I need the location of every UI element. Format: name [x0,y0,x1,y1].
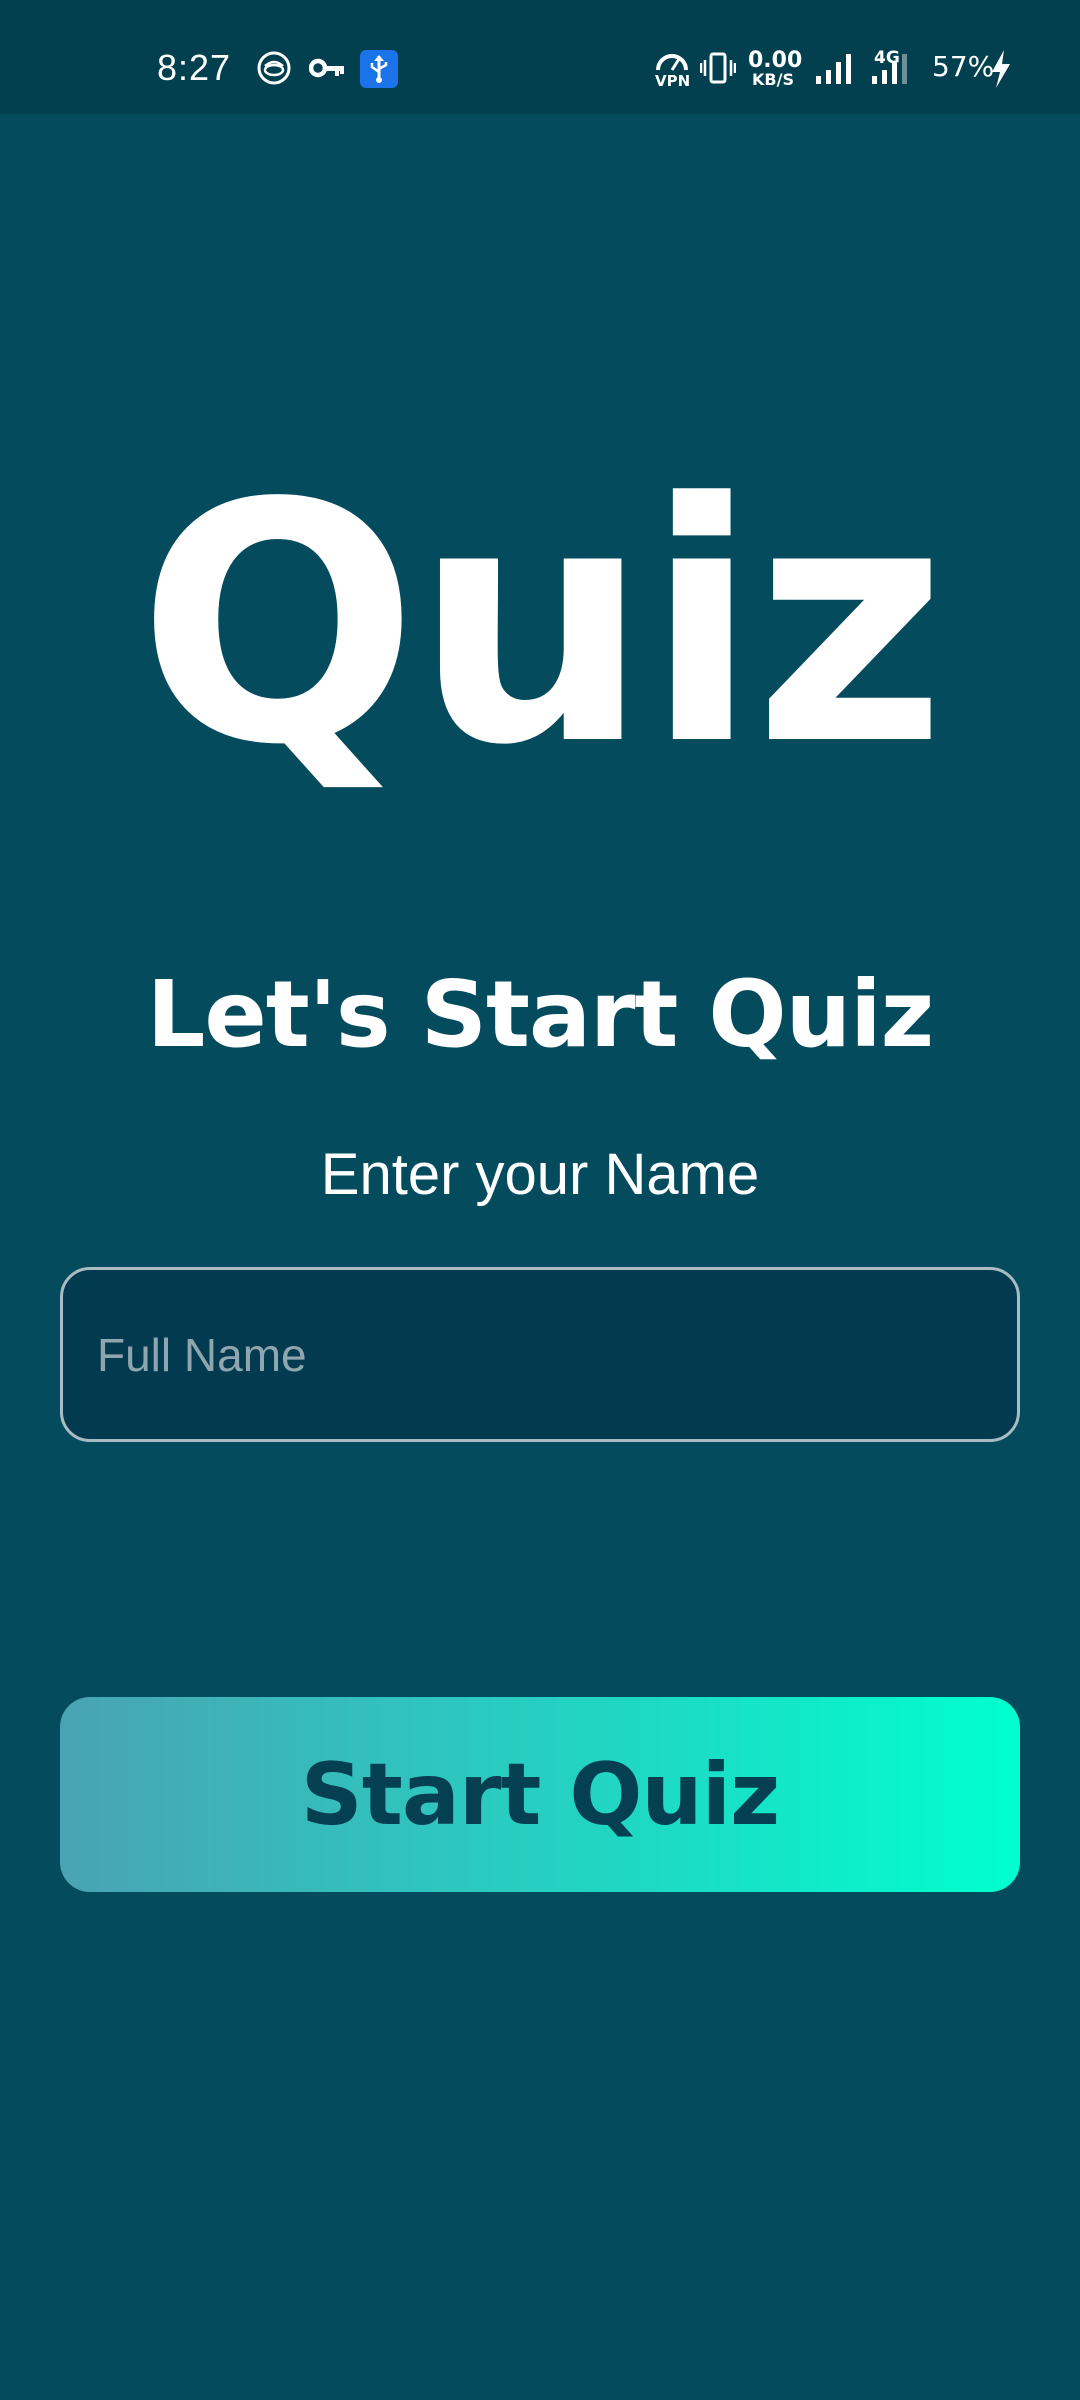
key-icon [309,58,344,78]
status-bar: 8:27 VPN 0.00 KB/S 4G 57% [0,0,1080,114]
name-field-container[interactable] [60,1267,1020,1442]
vibrate-icon [700,52,736,84]
battery-percent: 57% [932,50,995,83]
net-speed-unit: KB/S [752,70,794,89]
quiz-logo: Quiz [137,433,947,817]
charging-icon [992,50,1010,88]
name-prompt: Enter your Name [320,1142,760,1207]
start-quiz-button-label: Start Quiz [300,1744,780,1845]
vpn-label: VPN [655,72,691,90]
signal-icon [816,54,851,84]
quiz-start-screen: 8:27 VPN 0.00 KB/S 4G 57% Quiz Let's Sta… [0,0,1080,2400]
full-name-input[interactable] [97,1327,983,1382]
signal-4g-icon [872,54,907,84]
vpn-gauge-icon [656,54,688,71]
start-quiz-button[interactable]: Start Quiz [60,1697,1020,1892]
browser-icon [257,51,291,85]
usb-icon [360,50,398,88]
page-title: Let's Start Quiz [146,961,934,1068]
status-time: 8:27 [157,47,232,88]
